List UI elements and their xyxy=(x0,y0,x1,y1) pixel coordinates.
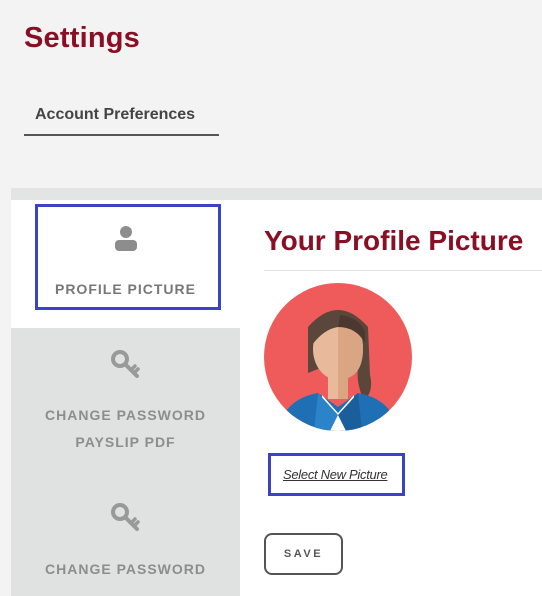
sidebar-item-change-password-payslip[interactable]: CHANGE PASSWORD PAYSLIP PDF xyxy=(11,350,240,456)
section-title: Your Profile Picture xyxy=(264,225,524,256)
divider xyxy=(264,270,542,271)
select-new-picture-link[interactable]: Select New Picture xyxy=(283,467,388,482)
user-icon xyxy=(114,225,137,251)
sidebar-item-profile-picture[interactable]: PROFILE PICTURE xyxy=(11,200,240,328)
sidebar-item-change-password[interactable]: CHANGE PASSWORD xyxy=(11,503,240,583)
sidebar-item-label: PAYSLIP PDF xyxy=(75,434,176,450)
sidebar-item-label: CHANGE PASSWORD xyxy=(45,561,206,577)
sidebar-item-label: PROFILE PICTURE xyxy=(54,281,196,297)
key-icon xyxy=(110,350,141,382)
avatar xyxy=(264,283,412,431)
sidebar-item-label: CHANGE PASSWORD xyxy=(45,407,206,423)
tab-account-preferences[interactable]: Account Preferences xyxy=(24,106,219,136)
key-icon xyxy=(110,503,141,535)
page-title: Settings xyxy=(24,22,140,54)
save-button[interactable]: SAVE xyxy=(264,533,343,575)
